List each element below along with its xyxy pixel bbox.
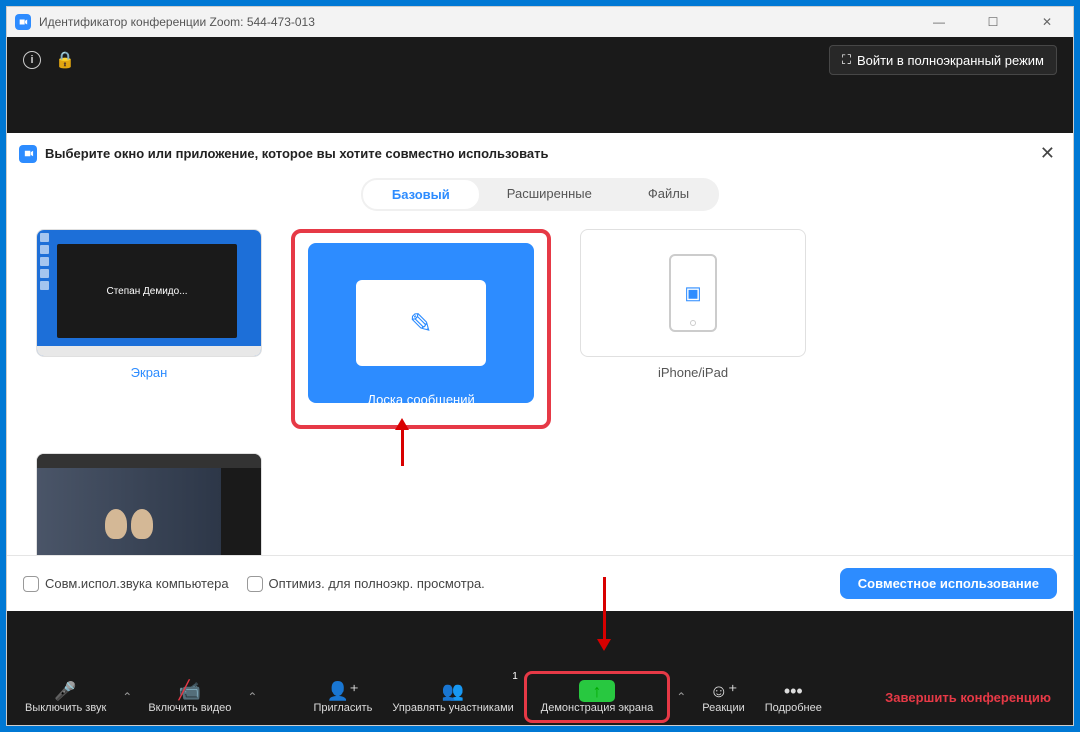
video-options-chevron[interactable]: ⌃ <box>241 669 263 725</box>
pen-icon: ✎ <box>409 307 432 340</box>
share-options-grid: Степан Демидо... Экран ✎ Доска сообщений <box>7 211 1073 555</box>
expand-icon: ⛶ <box>842 52 851 68</box>
whiteboard-thumbnail: ✎ <box>356 280 486 366</box>
minimize-button[interactable]: — <box>921 15 957 29</box>
dialog-footer: Совм.испол.звука компьютера Оптимиз. для… <box>7 555 1073 611</box>
invite-label: Пригласить <box>313 702 372 714</box>
encryption-lock-icon[interactable]: 🔒 <box>55 50 75 70</box>
info-icon[interactable]: i <box>23 51 41 69</box>
tab-advanced[interactable]: Расширенные <box>479 180 620 209</box>
fullscreen-button[interactable]: ⛶ Войти в полноэкранный режим <box>829 45 1057 75</box>
end-meeting-button[interactable]: Завершить конференцию <box>875 669 1065 725</box>
share-button[interactable]: Совместное использование <box>840 568 1057 599</box>
screen-label: Экран <box>131 365 168 380</box>
share-screen-button[interactable]: ↑ Демонстрация экрана <box>531 676 663 718</box>
tab-basic[interactable]: Базовый <box>363 180 479 209</box>
audio-options-chevron[interactable]: ⌃ <box>116 669 138 725</box>
meeting-toolbar: 🎤 Выключить звук ⌃ 📹╱ Включить видео ⌃ 👤… <box>7 669 1073 725</box>
iphone-thumbnail: ▣ <box>669 254 717 332</box>
close-button[interactable]: ✕ <box>1029 15 1065 29</box>
zoom-window: Идентификатор конференции Zoom: 544-473-… <box>6 6 1074 726</box>
optimize-label: Оптимиз. для полноэкр. просмотра. <box>269 576 485 591</box>
airplay-icon: ▣ <box>684 283 701 304</box>
browser-thumbnail <box>37 454 261 555</box>
participants-label: Управлять участниками <box>392 702 513 714</box>
more-label: Подробнее <box>765 702 822 714</box>
more-button[interactable]: ••• Подробнее <box>755 669 832 725</box>
share-screen-icon: ↑ <box>579 680 615 702</box>
share-option-whiteboard[interactable]: ✎ Доска сообщений <box>291 229 551 429</box>
share-label: Демонстрация экрана <box>541 702 653 714</box>
fullscreen-label: Войти в полноэкранный режим <box>857 53 1044 68</box>
titlebar: Идентификатор конференции Zoom: 544-473-… <box>7 7 1073 37</box>
maximize-button[interactable]: ☐ <box>975 15 1011 29</box>
share-option-screen[interactable]: Степан Демидо... Экран <box>27 229 271 429</box>
share-screen-highlight: ↑ Демонстрация экрана <box>524 671 670 723</box>
tab-files[interactable]: Файлы <box>620 180 717 209</box>
checkbox-optimize[interactable]: Оптимиз. для полноэкр. просмотра. <box>247 576 485 592</box>
window-title: Идентификатор конференции Zoom: 544-473-… <box>39 15 315 29</box>
share-tabs: Базовый Расширенные Файлы <box>7 178 1073 211</box>
video-button[interactable]: 📹╱ Включить видео <box>138 669 241 725</box>
share-audio-label: Совм.испол.звука компьютера <box>45 576 229 591</box>
end-label: Завершить конференцию <box>885 690 1051 705</box>
invite-icon: 👤⁺ <box>327 680 359 702</box>
reactions-icon: ☺⁺ <box>710 680 738 702</box>
share-screen-dialog: Выберите окно или приложение, которое вы… <box>7 133 1073 611</box>
invite-button[interactable]: 👤⁺ Пригласить <box>303 669 382 725</box>
mute-button[interactable]: 🎤 Выключить звук <box>15 669 116 725</box>
share-option-browser[interactable]: Новости Украины, последние н... <box>27 453 271 555</box>
dialog-title: Выберите окно или приложение, которое вы… <box>45 146 549 161</box>
whiteboard-label: Доска сообщений <box>367 392 475 407</box>
mini-window-label: Степан Демидо... <box>57 244 237 338</box>
share-option-iphone[interactable]: ▣ iPhone/iPad <box>571 229 815 429</box>
dialog-header: Выберите окно или приложение, которое вы… <box>7 133 1073 174</box>
share-options-chevron[interactable]: ⌃ <box>670 669 692 725</box>
reactions-label: Реакции <box>702 702 745 714</box>
zoom-app-icon <box>15 14 31 30</box>
desktop-thumbnail: Степан Демидо... <box>37 230 261 356</box>
meeting-topbar: i 🔒 ⛶ Войти в полноэкранный режим <box>7 37 1073 83</box>
meeting-area: Выберите окно или приложение, которое вы… <box>7 83 1073 725</box>
checkbox-share-audio[interactable]: Совм.испол.звука компьютера <box>23 576 229 592</box>
participants-icon: 👥 <box>442 680 464 702</box>
reactions-button[interactable]: ☺⁺ Реакции <box>692 669 755 725</box>
window-controls: — ☐ ✕ <box>921 15 1065 29</box>
video-label: Включить видео <box>148 702 231 714</box>
iphone-label: iPhone/iPad <box>658 365 728 380</box>
participants-count: 1 <box>512 671 518 682</box>
microphone-icon: 🎤 <box>54 680 76 702</box>
participants-button[interactable]: 👥 1 Управлять участниками <box>382 669 523 725</box>
zoom-icon <box>19 145 37 163</box>
more-icon: ••• <box>784 680 803 702</box>
camera-off-icon: 📹╱ <box>179 680 201 702</box>
mute-label: Выключить звук <box>25 702 106 714</box>
dialog-close-button[interactable]: ✕ <box>1034 143 1061 164</box>
